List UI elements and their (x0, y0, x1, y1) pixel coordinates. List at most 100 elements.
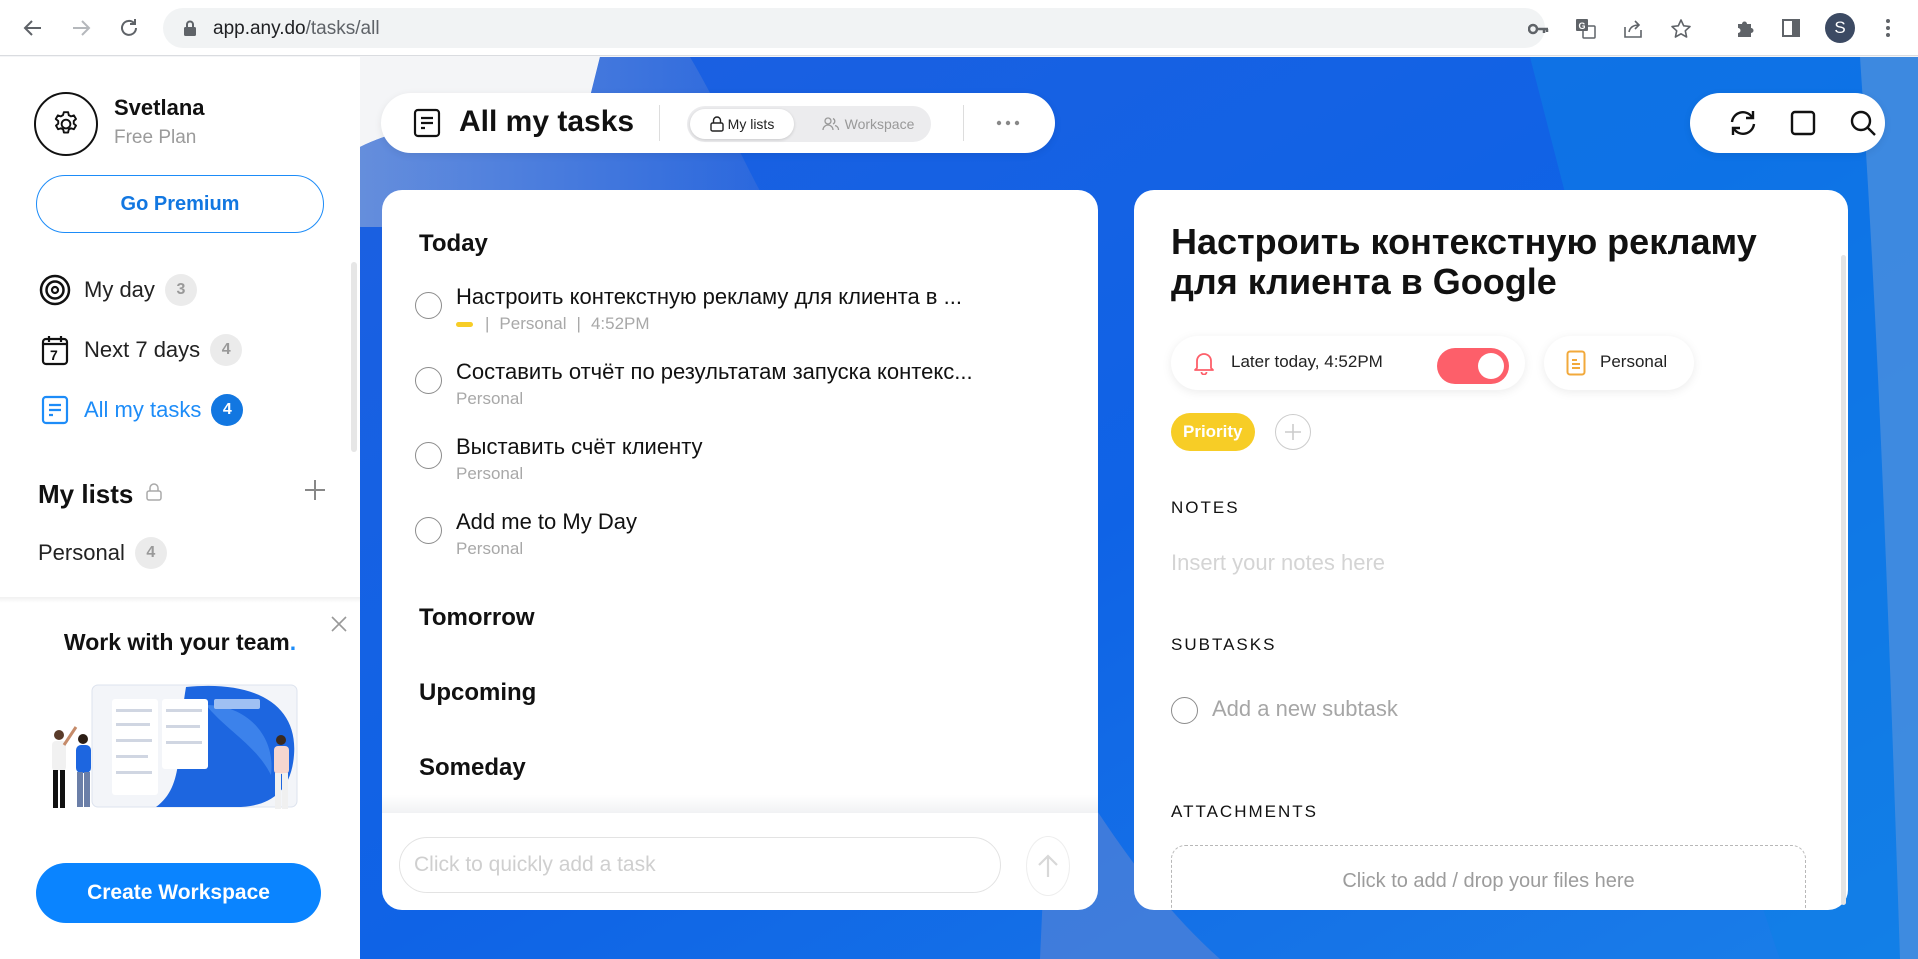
profile-avatar[interactable]: S (1825, 13, 1855, 43)
section-someday[interactable]: Someday (419, 754, 526, 782)
lock-icon (709, 116, 724, 132)
task-title: Составить отчёт по результатам запуска к… (456, 359, 973, 384)
quick-add-task-input[interactable] (399, 837, 1001, 893)
plus-icon (305, 480, 325, 500)
task-title: Add me to My Day (456, 509, 637, 534)
section-tomorrow[interactable]: Tomorrow (419, 604, 535, 632)
task-list-name: Personal (456, 539, 524, 558)
url-domain: app.any.do (213, 18, 306, 39)
add-task-submit-button[interactable] (1026, 836, 1070, 896)
sync-button[interactable] (1728, 108, 1758, 138)
subtasks-label: SUBTASKS (1171, 635, 1277, 654)
settings-button[interactable] (34, 92, 98, 156)
more-options-button[interactable] (993, 111, 1023, 135)
chrome-menu-icon[interactable] (1876, 16, 1900, 40)
task-checkbox[interactable] (415, 517, 442, 544)
header-divider (659, 105, 660, 141)
address-bar[interactable]: app.any.do/tasks/all G (163, 8, 1691, 48)
svg-text:7: 7 (50, 347, 58, 363)
sync-icon (1730, 111, 1756, 135)
task-checkbox[interactable] (415, 442, 442, 469)
section-today[interactable]: Today (419, 230, 488, 258)
search-button[interactable] (1848, 108, 1878, 138)
priority-indicator (456, 321, 473, 327)
my-lists-heading: My lists (38, 479, 163, 510)
key-icon[interactable] (1528, 18, 1550, 40)
sidebar-item-label: My day (84, 277, 155, 302)
back-button[interactable] (21, 16, 45, 40)
count-badge: 4 (210, 334, 243, 366)
reload-button[interactable] (117, 16, 141, 40)
url-text: app.any.do/tasks/all (213, 18, 380, 40)
go-premium-button[interactable]: Go Premium (36, 175, 324, 233)
forward-button[interactable] (69, 16, 93, 40)
priority-tag[interactable]: Priority (1171, 413, 1255, 451)
add-tag-button[interactable] (1275, 414, 1311, 450)
tasks-panel: Today Настроить контекстную рекламу для … (382, 190, 1098, 910)
tab-workspace[interactable]: Workspace (813, 109, 923, 139)
list-icon (38, 393, 72, 427)
add-subtask-input[interactable] (1212, 696, 1772, 722)
attachments-dropzone[interactable]: Click to add / drop your files here (1171, 845, 1806, 910)
promo-title: Work with your team. (0, 629, 360, 656)
task-detail-panel: Настроить контекстную рекламу для клиент… (1134, 190, 1848, 910)
view-switcher: My lists Workspace (687, 106, 931, 142)
sidebar-item-my-day[interactable]: My day 3 (38, 272, 197, 308)
sidebar-list-personal[interactable]: Personal 4 (38, 537, 167, 569)
arrow-up-icon (1038, 854, 1058, 877)
meta-separator: | (576, 314, 581, 333)
task-detail-title[interactable]: Настроить контекстную рекламу для клиент… (1171, 222, 1791, 302)
notes-input[interactable] (1171, 550, 1791, 576)
sidebar-item-label: All my tasks (84, 397, 202, 422)
lock-icon (183, 20, 197, 41)
list-chip-label: Personal (1600, 352, 1668, 371)
calendar-7-icon: 7 (38, 333, 72, 367)
browser-toolbar: app.any.do/tasks/all G S (0, 0, 1918, 56)
list-fade (382, 795, 1098, 813)
reminder-chip[interactable]: Later today, 4:52PM (1171, 336, 1525, 390)
add-list-button[interactable] (302, 477, 328, 503)
task-list-name: Personal (456, 389, 524, 408)
task-list-name: Personal (499, 314, 567, 333)
count-badge: 3 (164, 274, 197, 306)
sidebar-scrollbar[interactable] (351, 262, 357, 452)
task-checkbox[interactable] (415, 292, 442, 319)
page-title: All my tasks (459, 105, 635, 138)
extensions-puzzle-icon[interactable] (1733, 16, 1757, 40)
reminder-text: Later today, 4:52PM (1231, 352, 1383, 371)
promo-title-dot: . (289, 629, 297, 655)
plus-icon (1285, 424, 1301, 440)
gear-icon (54, 111, 77, 134)
reminder-toggle[interactable] (1437, 348, 1509, 384)
tab-my-lists[interactable]: My lists (690, 109, 794, 139)
my-lists-title: My lists (38, 479, 134, 509)
sidebar-item-next-7-days[interactable]: 7 Next 7 days 4 (38, 332, 243, 368)
task-title: Настроить контекстную рекламу для клиент… (456, 284, 962, 309)
user-name: Svetlana (114, 95, 205, 120)
sidebar-item-label: Next 7 days (84, 337, 201, 362)
translate-icon[interactable]: G (1575, 18, 1597, 40)
tab-my-lists-label: My lists (727, 116, 775, 132)
subtask-checkbox[interactable] (1171, 697, 1198, 724)
section-upcoming[interactable]: Upcoming (419, 679, 536, 707)
bell-icon (1193, 351, 1215, 380)
share-icon[interactable] (1622, 18, 1644, 40)
target-icon (38, 273, 72, 307)
list-chip[interactable]: Personal (1544, 336, 1694, 390)
bookmark-star-icon[interactable] (1670, 18, 1692, 40)
side-panel-icon[interactable] (1779, 16, 1803, 40)
toggle-knob (1478, 353, 1504, 379)
list-icon (413, 108, 441, 143)
toolbar-actions (1690, 93, 1885, 153)
svg-text:G: G (1579, 21, 1586, 31)
focus-mode-button[interactable] (1788, 108, 1818, 138)
sidebar-item-all-my-tasks[interactable]: All my tasks 4 (38, 392, 244, 428)
task-checkbox[interactable] (415, 367, 442, 394)
list-doc-icon (1566, 350, 1586, 381)
detail-scrollbar[interactable] (1841, 255, 1846, 905)
task-meta: Personal (456, 539, 523, 559)
create-workspace-button[interactable]: Create Workspace (36, 863, 321, 923)
task-meta: Personal (456, 389, 523, 409)
user-plan: Free Plan (114, 127, 197, 148)
count-badge: 4 (211, 394, 244, 426)
